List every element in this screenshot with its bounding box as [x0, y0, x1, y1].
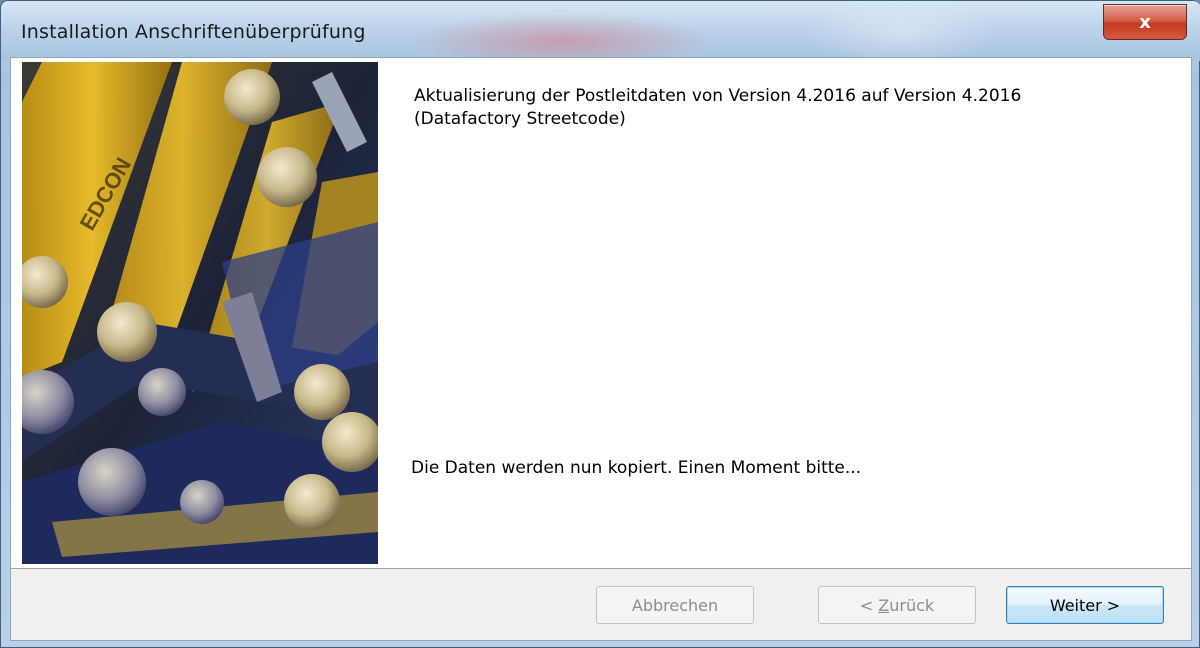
- dialog-client-area: EDCON Aktualisierung der Postleitdaten v…: [10, 57, 1192, 641]
- back-button-label: < Zurück: [859, 595, 935, 615]
- next-button-label: Weiter >: [1049, 595, 1121, 615]
- installer-window: Installation Anschriftenüberprüfung x ED…: [0, 0, 1200, 648]
- title-bar[interactable]: Installation Anschriftenüberprüfung x: [1, 1, 1200, 61]
- content-panel: EDCON Aktualisierung der Postleitdaten v…: [11, 58, 1191, 569]
- status-text: Die Daten werden nun kopiert. Einen Mome…: [411, 458, 862, 478]
- installer-side-image: EDCON: [22, 62, 378, 564]
- window-title: Installation Anschriftenüberprüfung: [21, 21, 366, 43]
- back-button[interactable]: < Zurück: [818, 586, 976, 624]
- sorting-machine-photo: EDCON: [22, 62, 378, 564]
- cancel-button-label: Abbrechen: [631, 595, 719, 615]
- next-button[interactable]: Weiter >: [1006, 586, 1164, 624]
- close-icon: x: [1139, 11, 1151, 33]
- heading-text: Aktualisierung der Postleitdaten von Ver…: [414, 86, 1022, 129]
- cancel-button[interactable]: Abbrechen: [596, 586, 754, 624]
- close-button[interactable]: x: [1103, 4, 1187, 40]
